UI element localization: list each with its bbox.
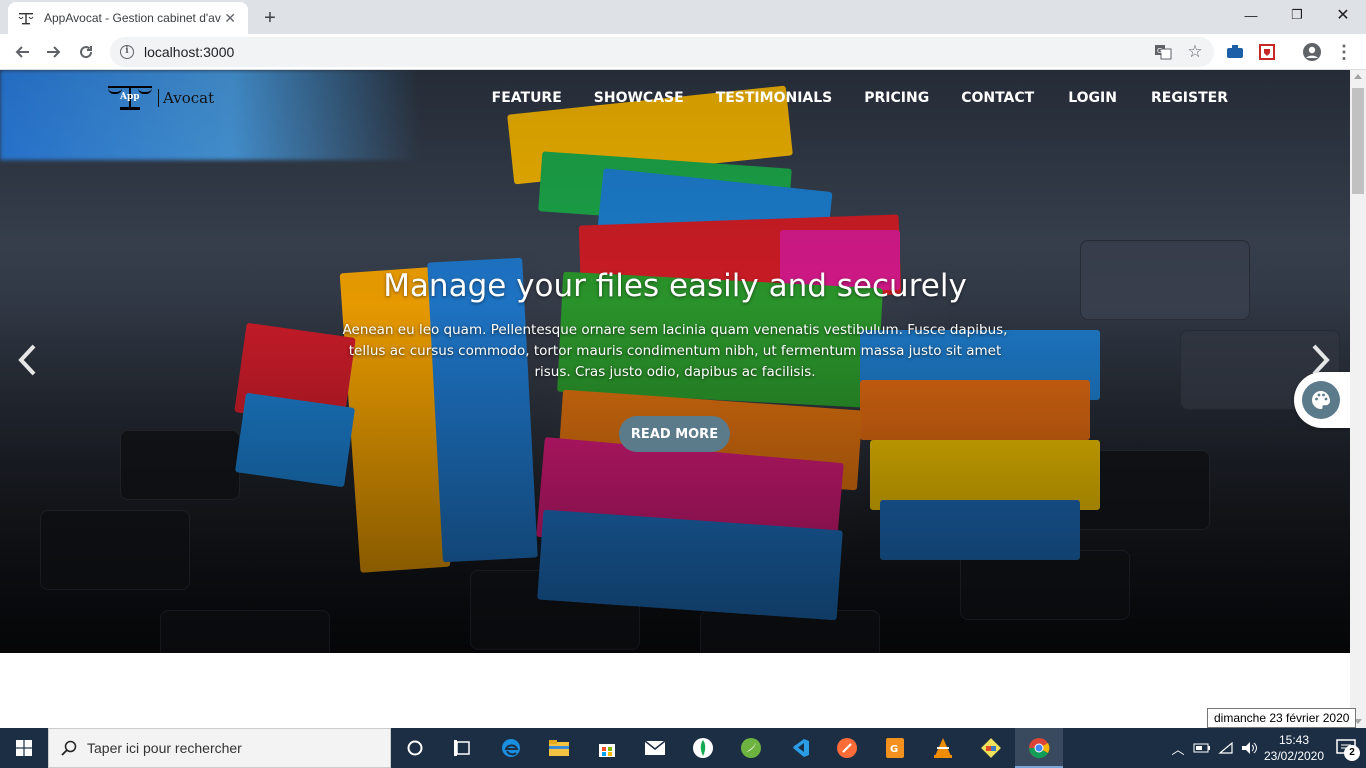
nav-login[interactable]: LOGIN [1068, 90, 1117, 106]
search-placeholder: Taper ici pour rechercher [87, 740, 242, 756]
taskbar-search-box[interactable]: Taper ici pour rechercher [48, 728, 391, 768]
scales-favicon-icon [18, 10, 34, 26]
minimize-button[interactable]: — [1228, 0, 1274, 30]
scroll-thumb[interactable] [1352, 88, 1364, 194]
nav-register[interactable]: REGISTER [1151, 90, 1228, 106]
palette-icon [1302, 381, 1340, 419]
system-tray: ︿ 15:43 23/02/2020 2 [1166, 728, 1366, 768]
browser-tab[interactable]: AppAvocat - Gestion cabinet d'av ✕ [8, 2, 248, 34]
restore-button[interactable]: ❐ [1274, 0, 1320, 30]
extension-icon[interactable] [1225, 42, 1245, 62]
nav-feature[interactable]: FEATURE [492, 90, 562, 106]
scroll-up-arrow-icon[interactable] [1354, 74, 1362, 79]
new-tab-button[interactable]: + [256, 4, 284, 32]
tab-title: AppAvocat - Gestion cabinet d'av [44, 11, 221, 25]
windows-start-icon[interactable] [0, 728, 48, 768]
nav-testimonials[interactable]: TESTIMONIALS [716, 90, 833, 106]
vscode-icon[interactable] [775, 728, 823, 768]
bookmark-star-icon[interactable]: ☆ [1185, 42, 1205, 62]
browser-toolbar: i localhost:3000 G ☆ ⋮ [0, 34, 1366, 70]
svg-text:G: G [890, 744, 898, 755]
browser-menu-icon[interactable]: ⋮ [1334, 42, 1354, 62]
mongodb-compass-icon[interactable] [679, 728, 727, 768]
mail-icon[interactable] [631, 728, 679, 768]
reload-icon[interactable] [72, 38, 100, 66]
address-bar[interactable]: i localhost:3000 [110, 37, 1214, 67]
window-close-button[interactable]: ✕ [1320, 0, 1366, 30]
logo-name: Avocat [158, 89, 214, 107]
windows-taskbar: Taper ici pour rechercher G ︿ 15:43 23/0… [0, 728, 1366, 768]
store-icon[interactable] [583, 728, 631, 768]
vlc-icon[interactable] [919, 728, 967, 768]
translate-icon[interactable]: G [1153, 42, 1173, 62]
shield-extension-icon[interactable] [1257, 42, 1277, 62]
page-scrollbar[interactable] [1350, 70, 1366, 728]
site-info-icon[interactable]: i [120, 45, 134, 59]
search-icon [61, 740, 77, 756]
wifi-icon[interactable] [1214, 728, 1238, 768]
nav-showcase[interactable]: SHOWCASE [594, 90, 684, 106]
page-viewport: App Avocat FEATURE SHOWCASE TESTIMONIALS… [0, 70, 1350, 728]
git-icon[interactable] [967, 728, 1015, 768]
task-view-icon[interactable] [439, 728, 487, 768]
notification-count-badge: 2 [1344, 745, 1360, 761]
site-logo[interactable]: App Avocat [106, 82, 214, 114]
edge-icon[interactable] [487, 728, 535, 768]
postman-icon[interactable] [823, 728, 871, 768]
hero-title: Manage your files easily and securely [383, 268, 967, 304]
clock-date: 23/02/2020 [1263, 749, 1325, 763]
back-icon[interactable] [8, 38, 36, 66]
theme-switcher-button[interactable] [1294, 372, 1350, 428]
pdf-app-icon[interactable]: G [871, 728, 919, 768]
read-more-button[interactable]: READ MORE [619, 416, 730, 452]
main-nav: FEATURE SHOWCASE TESTIMONIALS PRICING CO… [460, 90, 1228, 106]
url-text: localhost:3000 [144, 44, 235, 60]
taskbar-clock[interactable]: 15:43 23/02/2020 [1262, 732, 1326, 764]
browser-tab-strip: AppAvocat - Gestion cabinet d'av ✕ + — ❐… [0, 0, 1366, 34]
cortana-icon[interactable] [391, 728, 439, 768]
chrome-icon[interactable] [1015, 728, 1063, 768]
hero-carousel: App Avocat FEATURE SHOWCASE TESTIMONIALS… [0, 70, 1350, 653]
hero-caption: Manage your files easily and securely Ae… [340, 268, 1010, 383]
logo-app-text: App [120, 92, 140, 102]
hero-text: Aenean eu leo quam. Pellentesque ornare … [342, 322, 1008, 380]
action-center-icon[interactable]: 2 [1326, 728, 1366, 768]
profile-avatar-icon[interactable] [1302, 42, 1322, 62]
date-tooltip: dimanche 23 février 2020 [1207, 708, 1357, 728]
tray-chevron-icon[interactable]: ︿ [1166, 728, 1190, 768]
nav-contact[interactable]: CONTACT [961, 90, 1034, 106]
spring-tool-suite-icon[interactable] [727, 728, 775, 768]
file-explorer-icon[interactable] [535, 728, 583, 768]
forward-icon[interactable] [40, 38, 68, 66]
carousel-prev-icon[interactable] [12, 340, 42, 380]
tab-close-icon[interactable]: ✕ [222, 10, 238, 26]
clock-time: 15:43 [1278, 733, 1310, 747]
nav-pricing[interactable]: PRICING [864, 90, 929, 106]
volume-icon[interactable] [1238, 728, 1262, 768]
battery-icon[interactable] [1190, 728, 1214, 768]
svg-text:G: G [1157, 47, 1162, 55]
scales-logo-icon: App [106, 82, 154, 114]
